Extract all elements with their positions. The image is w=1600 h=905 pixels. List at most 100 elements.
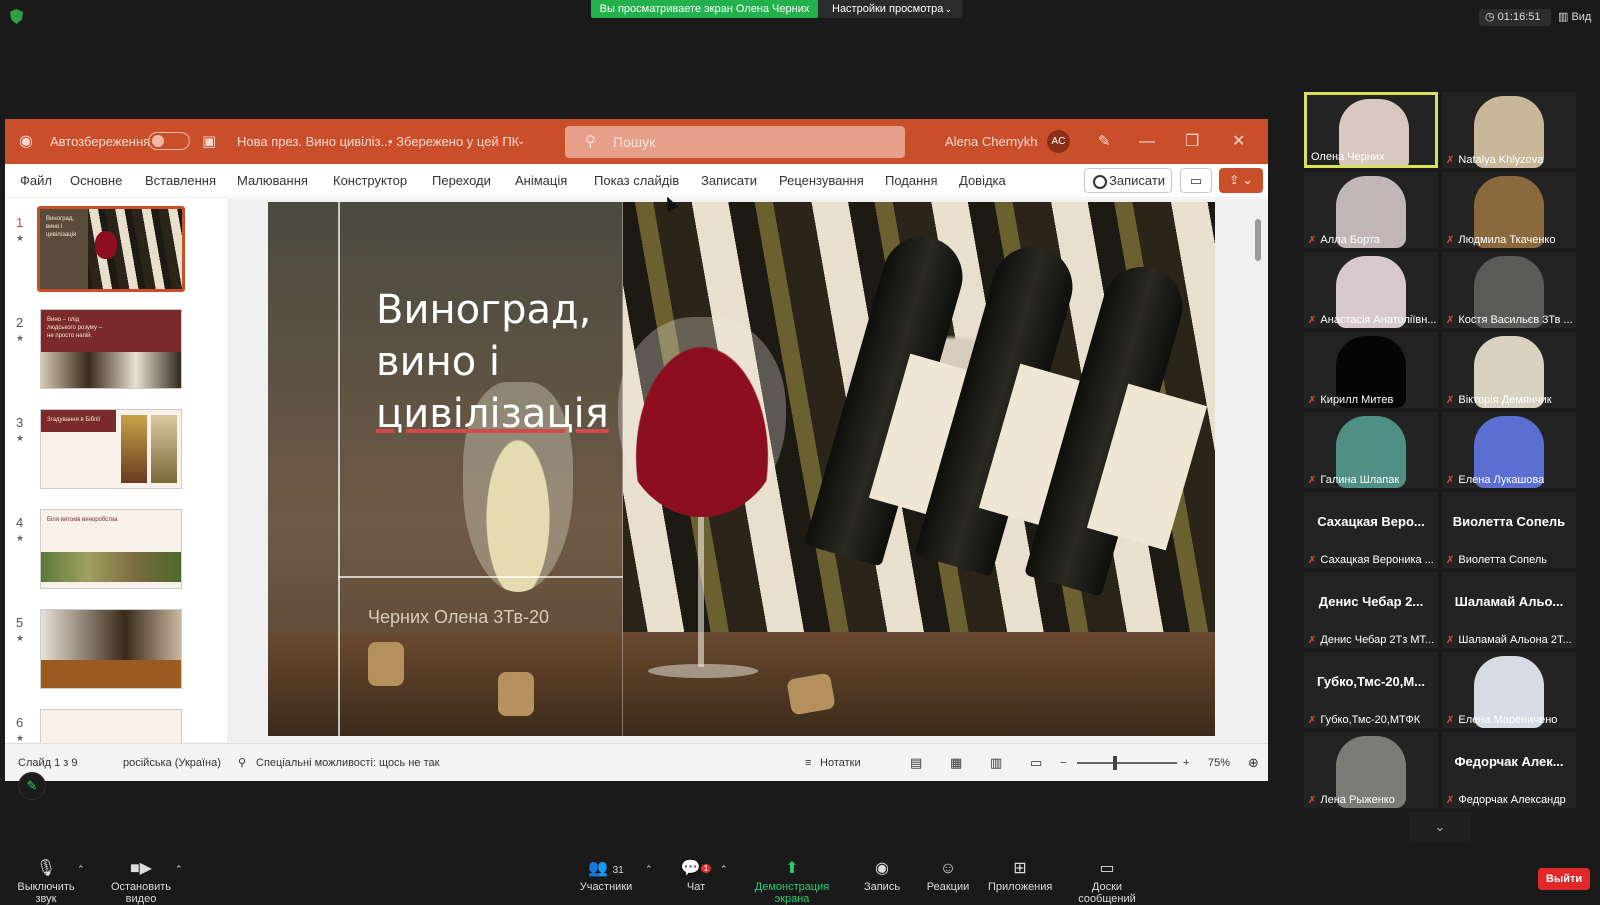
participant-tile[interactable]: ✗ Кирилл Митев bbox=[1304, 332, 1438, 408]
zoom-top-bar: Вы просматриваете экран Олена Черних Нас… bbox=[0, 0, 1600, 34]
participant-tile[interactable]: ✗ Елена Мареничено bbox=[1442, 652, 1576, 728]
leave-button[interactable]: Выйти bbox=[1538, 868, 1590, 890]
chevron-down-icon[interactable]: ⌄ bbox=[517, 119, 525, 164]
record-icon: ◉ bbox=[875, 860, 889, 877]
participant-tile[interactable]: ✗ Алла Борта bbox=[1304, 172, 1438, 248]
slide-subtitle[interactable]: Черних Олена 3Тв-20 bbox=[368, 607, 549, 628]
slide-title[interactable]: Виноград, вино і цивілізація bbox=[376, 284, 609, 440]
notes-button[interactable]: Нотатки bbox=[820, 744, 861, 782]
thumbnail-image bbox=[40, 609, 182, 689]
notes-icon[interactable]: ≡ bbox=[805, 744, 811, 782]
timer-value: 01:16:51 bbox=[1497, 11, 1541, 23]
share-screen-button[interactable]: ⬆ Демонстрация экрана bbox=[740, 860, 844, 905]
stop-video-button[interactable]: ■▶ Остановить видео bbox=[98, 860, 184, 905]
tab-home[interactable]: Основне bbox=[70, 164, 122, 198]
scrollbar-thumb[interactable] bbox=[1255, 219, 1261, 261]
vertical-scrollbar[interactable] bbox=[1254, 199, 1262, 719]
participants-button[interactable]: 👥 31 Участники bbox=[576, 860, 636, 893]
reactions-button[interactable]: ☺ Реакции bbox=[926, 860, 970, 893]
minimize-icon[interactable]: — bbox=[1139, 119, 1155, 164]
normal-view-icon[interactable]: ▤ bbox=[910, 744, 922, 782]
tab-animations[interactable]: Анімація bbox=[515, 164, 567, 198]
zoom-slider[interactable] bbox=[1077, 762, 1177, 764]
annotate-pen-icon[interactable]: ✎ bbox=[18, 772, 46, 800]
tab-review[interactable]: Рецензування bbox=[779, 164, 864, 198]
view-button[interactable]: ▥ Вид bbox=[1558, 9, 1591, 26]
thumbnail-slide-3[interactable]: 3 ★ Згадування в Біблії bbox=[5, 409, 227, 499]
zoom-out-icon[interactable]: − bbox=[1060, 744, 1066, 782]
chevron-up-icon[interactable]: ⌃ bbox=[77, 864, 85, 875]
participant-tile[interactable]: Виолетта Сопель ✗ Виолетта Сопель bbox=[1442, 492, 1576, 568]
close-icon[interactable]: ✕ bbox=[1232, 119, 1245, 164]
mute-button[interactable]: 🎙 Выключить звук bbox=[8, 860, 84, 905]
participant-tile[interactable]: Губко,Тмс-20,М... ✗ Губко,Тмс-20,МТФК bbox=[1304, 652, 1438, 728]
document-title[interactable]: Нова през. Вино цивіліз... bbox=[237, 119, 391, 164]
thumbnail-slide-6[interactable]: 6 ★ bbox=[5, 709, 227, 743]
search-box[interactable]: ⚲ Пошук bbox=[565, 126, 905, 158]
zoom-level[interactable]: 75% bbox=[1208, 744, 1230, 782]
chevron-up-icon[interactable]: ⌃ bbox=[720, 864, 728, 875]
participant-name-text: Виолетта Сопель bbox=[1458, 554, 1547, 566]
record-button[interactable]: ◉ Запись bbox=[862, 860, 902, 893]
participant-tile[interactable]: ✗ Лена Рыженко bbox=[1304, 732, 1438, 808]
participant-tile[interactable]: Федорчак Алек... ✗ Федорчак Александр bbox=[1442, 732, 1576, 808]
zoom-slider-knob[interactable] bbox=[1113, 756, 1117, 770]
restore-icon[interactable]: ❐ bbox=[1185, 119, 1199, 164]
participant-tile[interactable]: ✗ Галина Шлапак bbox=[1304, 412, 1438, 488]
tab-slideshow[interactable]: Показ слайдів bbox=[594, 164, 679, 198]
gallery-scroll-down-icon[interactable]: ⌄ bbox=[1409, 812, 1471, 842]
muted-mic-icon: ✗ bbox=[1446, 715, 1455, 726]
participant-tile[interactable]: ✗ Вікторія Демянчик bbox=[1442, 332, 1576, 408]
language-indicator[interactable]: російська (Україна) bbox=[123, 744, 221, 782]
slideshow-icon[interactable]: ▭ bbox=[1030, 744, 1042, 782]
slide-sorter-icon[interactable]: ▦ bbox=[950, 744, 962, 782]
chevron-up-icon[interactable]: ⌃ bbox=[175, 864, 183, 875]
thumbnail-slide-2[interactable]: 2 ★ Вино – плід людського розуму – не пр… bbox=[5, 309, 227, 399]
tab-view[interactable]: Подання bbox=[885, 164, 938, 198]
tab-help[interactable]: Довідка bbox=[959, 164, 1006, 198]
view-settings-button[interactable]: Настройки просмотра ⌄ bbox=[818, 0, 962, 18]
save-icon[interactable]: ▣ bbox=[202, 119, 216, 164]
record-button[interactable]: Записати bbox=[1084, 168, 1172, 193]
participant-tile[interactable]: Сахацкая Веро... ✗ Сахацкая Вероника ... bbox=[1304, 492, 1438, 568]
tab-record[interactable]: Записати bbox=[701, 164, 757, 198]
whiteboards-button[interactable]: ▭ Доски сообщений bbox=[1062, 860, 1152, 905]
fit-to-window-icon[interactable]: ⊕ bbox=[1248, 744, 1259, 782]
tab-transitions[interactable]: Переходи bbox=[432, 164, 491, 198]
tab-insert[interactable]: Вставлення bbox=[145, 164, 216, 198]
participant-name: ✗ Алла Борта bbox=[1308, 234, 1380, 246]
participant-tile[interactable]: ✗ Елена Лукашова bbox=[1442, 412, 1576, 488]
pen-icon[interactable]: ✎ bbox=[1098, 119, 1111, 164]
avatar[interactable]: AC bbox=[1047, 130, 1070, 153]
apps-button[interactable]: ⊞ Приложения bbox=[988, 860, 1052, 893]
thumbnail-slide-5[interactable]: 5 ★ bbox=[5, 609, 227, 699]
participant-name-text: Губко,Тмс-20,МТФК bbox=[1320, 714, 1421, 726]
participant-tile[interactable]: Олена Черних bbox=[1304, 92, 1438, 168]
accessibility-icon[interactable]: ⚲ bbox=[238, 744, 246, 782]
chevron-up-icon[interactable]: ⌃ bbox=[645, 864, 653, 875]
view-label: Вид bbox=[1571, 11, 1592, 23]
thumbnail-slide-1[interactable]: 1 ★ Виноград, вино і цивілізація bbox=[5, 206, 227, 299]
tab-draw[interactable]: Малювання bbox=[237, 164, 308, 198]
participant-tile[interactable]: Шаламай Альо... ✗ Шаламай Альона 2Т... bbox=[1442, 572, 1576, 648]
participant-tile[interactable]: ✗ Костя Васильєв 3Тв ... bbox=[1442, 252, 1576, 328]
comment-icon[interactable]: ▭ bbox=[1180, 168, 1212, 193]
zoom-in-icon[interactable]: + bbox=[1183, 744, 1189, 782]
chat-button[interactable]: 💬 1 Чат bbox=[678, 860, 714, 893]
slide-canvas[interactable]: Виноград, вино і цивілізація Черних Олен… bbox=[227, 199, 1268, 743]
participant-tile[interactable]: Денис Чебар 2... ✗ Денис Чебар 2Тз МТ... bbox=[1304, 572, 1438, 648]
thumbnail-slide-4[interactable]: 4 ★ Біля витоків виноробства bbox=[5, 509, 227, 599]
user-name[interactable]: Alena Chernykh bbox=[945, 119, 1038, 164]
shield-icon[interactable] bbox=[10, 9, 23, 24]
share-button[interactable]: ⇪ ⌄ bbox=[1219, 168, 1263, 193]
participant-tile[interactable]: ✗ Natalya Khlyzova bbox=[1442, 92, 1576, 168]
tab-design[interactable]: Конструктор bbox=[333, 164, 407, 198]
save-status[interactable]: • Збережено у цей ПК bbox=[388, 119, 519, 164]
participant-tile[interactable]: ✗ Людмила Ткаченко bbox=[1442, 172, 1576, 248]
tab-file[interactable]: Файл bbox=[20, 164, 52, 198]
reading-view-icon[interactable]: ▥ bbox=[990, 744, 1002, 782]
accessibility-status[interactable]: Спеціальні можливості: щось не так bbox=[256, 744, 439, 782]
autosave-toggle[interactable] bbox=[148, 132, 190, 150]
participant-tile[interactable]: ✗ Анастасія Анатоліївн... bbox=[1304, 252, 1438, 328]
slide-1[interactable]: Виноград, вино і цивілізація Черних Олен… bbox=[268, 202, 1215, 736]
